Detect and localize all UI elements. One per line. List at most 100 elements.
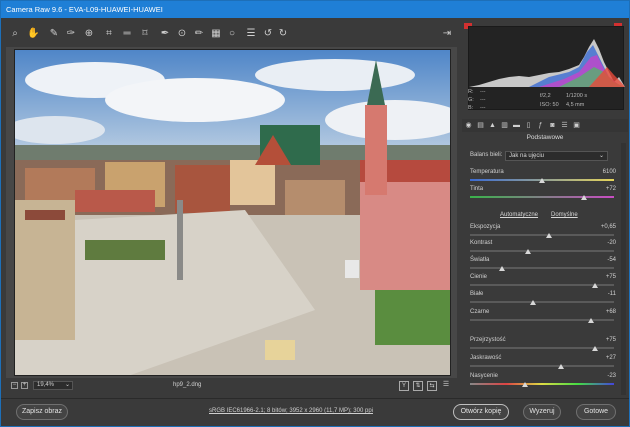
slider-track[interactable]	[470, 250, 614, 252]
slider-label: Białe	[470, 291, 484, 297]
transform-icon[interactable]: ⌑	[139, 28, 151, 40]
b-value: ---	[480, 105, 486, 111]
slider-track[interactable]	[470, 234, 614, 236]
slider-thumb[interactable]	[592, 283, 599, 288]
spot-removal-icon[interactable]: ✒	[159, 28, 171, 40]
panel-scrollbar[interactable]	[621, 143, 626, 395]
straighten-icon[interactable]: ═	[121, 28, 133, 40]
g-label: G:	[468, 97, 474, 103]
slider-value[interactable]: -23	[607, 373, 616, 379]
tone-curve-tab-icon[interactable]: ▤	[476, 121, 485, 130]
slider-value[interactable]: +27	[606, 355, 616, 361]
slider-thumb[interactable]	[498, 266, 505, 271]
radial-filter-icon[interactable]: ○	[226, 28, 238, 40]
slider-value[interactable]: -20	[607, 240, 616, 246]
slider-label: Temperatura	[470, 169, 504, 175]
color-sampler-icon[interactable]: ✑	[65, 28, 77, 40]
slider-thumb[interactable]	[530, 300, 537, 305]
slider-track[interactable]	[470, 365, 614, 367]
swap-icon[interactable]: ⇆	[427, 381, 437, 391]
compare-icon[interactable]: ⇅	[413, 381, 423, 391]
zoom-value: 19,4%	[37, 382, 55, 388]
crop-icon[interactable]: ⌗	[103, 28, 115, 40]
slider-thumb[interactable]	[546, 233, 553, 238]
camera-calibration-tab-icon[interactable]: ◙	[548, 121, 557, 130]
status-bar: − + 19,4% ⌄ hp9_2.dng Y ⇅ ⇆ ☰	[1, 379, 461, 393]
panel-tabs: ◉ ▤ ▲ ▥ ▬ ▯ ƒ ◙ ☰ ▣	[462, 119, 628, 132]
detail-tab-icon[interactable]: ▲	[488, 121, 497, 130]
slider-value[interactable]: -11	[608, 291, 616, 297]
slider-value[interactable]: +75	[606, 274, 616, 280]
lens-tab-icon[interactable]: ▯	[524, 121, 533, 130]
slider-value[interactable]: 6100	[603, 169, 616, 175]
slider-label: Cienie	[470, 274, 488, 280]
settings-sliders-icon[interactable]: ☰	[441, 381, 451, 391]
rotate-right-icon[interactable]: ↻	[277, 28, 289, 40]
white-balance-icon[interactable]: ✎	[48, 28, 60, 40]
toolbar: ⌕ ✋ ✎ ✑ ⊕ ⌗ ═ ⌑ ✒ ⊙ ✏ ▦ ○ ☰ ↺ ↻ ⇥	[1, 19, 461, 47]
adjust-panel: R: --- G: --- B: --- f/2,2 1/1200 s ISO:…	[462, 19, 628, 397]
castle-square-photo	[15, 50, 450, 375]
workflow-options-link[interactable]: sRGB IEC61966-2.1; 8 bitów; 3952 x 2960 …	[209, 408, 373, 414]
open-copy-button[interactable]: Otwórz kopię	[453, 404, 509, 420]
slider-thumb[interactable]	[539, 178, 545, 183]
iso: ISO: 50	[540, 102, 559, 108]
zoom-select[interactable]: 19,4% ⌄	[33, 381, 73, 390]
zoom-icon[interactable]: ⌕	[9, 28, 21, 40]
auto-link[interactable]: Automatyczne	[500, 212, 538, 218]
slider-track[interactable]	[470, 267, 614, 269]
hand-icon[interactable]: ✋	[27, 28, 39, 40]
title-bar: Camera Raw 9.6 - EVA-L09-HUAWEI-HUAWEI	[1, 1, 629, 18]
slider-track[interactable]	[470, 383, 614, 385]
chevron-down-icon: ⌄	[64, 382, 70, 388]
target-adjust-icon[interactable]: ⊕	[83, 28, 95, 40]
b-label: B:	[468, 105, 474, 111]
y-compare-icon[interactable]: Y	[399, 381, 409, 391]
slider-value[interactable]: +0,65	[601, 224, 616, 230]
effects-tab-icon[interactable]: ƒ	[536, 121, 545, 130]
slider-value[interactable]: +68	[606, 309, 616, 315]
list-icon[interactable]: ☰	[245, 28, 257, 40]
preview-area	[6, 47, 457, 378]
slider-track[interactable]	[470, 196, 614, 198]
slider-label: Tinta	[470, 186, 484, 192]
zoom-in-button[interactable]: +	[21, 382, 28, 389]
split-toning-tab-icon[interactable]: ▬	[512, 121, 521, 130]
white-balance-value: Jak na ujęciu	[509, 153, 545, 159]
slider-thumb[interactable]	[580, 195, 587, 200]
rotate-left-icon[interactable]: ↺	[262, 28, 274, 40]
white-balance-select[interactable]: Jak na ujęciu ⌄	[505, 151, 608, 161]
slider-thumb[interactable]	[557, 364, 564, 369]
red-eye-icon[interactable]: ⊙	[176, 28, 188, 40]
slider-label: Przejrzystość	[470, 337, 506, 343]
chevron-down-icon: ⌄	[598, 153, 604, 159]
section-title: Podstawowe	[526, 134, 564, 141]
presets-tab-icon[interactable]: ☰	[560, 121, 569, 130]
slider-value[interactable]: +75	[606, 337, 616, 343]
graduated-filter-icon[interactable]: ▦	[210, 28, 222, 40]
save-image-button[interactable]: Zapisz obraz	[16, 404, 68, 420]
r-value: ---	[480, 89, 486, 95]
done-button[interactable]: Gotowe	[576, 404, 616, 420]
slider-thumb[interactable]	[521, 382, 528, 387]
slider-thumb[interactable]	[587, 318, 594, 323]
window-title: Camera Raw 9.6 - EVA-L09-HUAWEI-HUAWEI	[6, 5, 163, 14]
snapshots-tab-icon[interactable]: ▣	[572, 121, 581, 130]
slider-thumb[interactable]	[524, 249, 531, 254]
reset-button[interactable]: Wyzeruj	[523, 404, 561, 420]
slider-thumb[interactable]	[592, 346, 599, 351]
basic-tab-icon[interactable]: ◉	[464, 121, 473, 130]
export-icon[interactable]: ⇥	[441, 28, 453, 40]
preview-image[interactable]	[14, 49, 451, 376]
slider-track[interactable]	[470, 301, 614, 303]
slider-value[interactable]: -54	[607, 257, 616, 263]
white-balance-label: Balans bieli:	[470, 152, 503, 158]
zoom-out-button[interactable]: −	[11, 382, 18, 389]
hsl-tab-icon[interactable]: ▥	[500, 121, 509, 130]
bottom-bar: Zapisz obraz sRGB IEC61966-2.1; 8 bitów;…	[1, 398, 629, 426]
slider-value[interactable]: +72	[606, 186, 616, 192]
default-link[interactable]: Domyślne	[551, 212, 578, 218]
adjustment-brush-icon[interactable]: ✏	[193, 28, 205, 40]
shutter: 1/1200 s	[566, 93, 588, 99]
aperture: f/2,2	[540, 93, 551, 99]
